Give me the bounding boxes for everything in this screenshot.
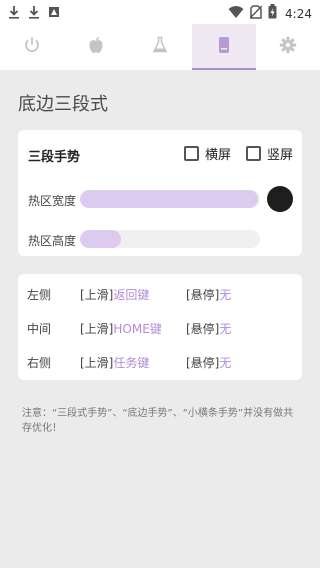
gesture-mapping-card: 左侧 [上滑]返回键 [悬停]无 中间 [上滑]HOME键 [悬停]无 右侧 [… [18,274,302,380]
download-icon [8,4,20,23]
hotzone-height-label: 热区高度 [28,234,77,248]
checkbox-box [184,146,199,161]
phone-icon [217,36,231,58]
image-icon [48,4,60,23]
gesture-row-right[interactable]: 右侧 [上滑]任务键 [悬停]无 [18,354,302,374]
hover-prefix: [悬停] [186,322,220,336]
gesture-title: 三段手势 [28,150,81,165]
gesture-row-left[interactable]: 左侧 [上滑]返回键 [悬停]无 [18,286,302,306]
hover-action[interactable]: [悬停]无 [186,286,231,303]
swipe-prefix: [上滑] [80,356,114,370]
flask-icon [152,36,168,58]
checkbox-box [246,146,261,161]
download-icon [28,4,40,23]
hotzone-width-label: 热区宽度 [28,194,77,208]
row-name: 右侧 [27,356,52,370]
hover-prefix: [悬停] [186,288,220,302]
battery-charging-icon [268,4,277,23]
hotzone-height-fill [80,230,122,248]
swipe-action[interactable]: [上滑]任务键 [80,354,149,371]
apple-icon [88,36,104,58]
row-name: 中间 [27,322,52,336]
hover-action[interactable]: [悬停]无 [186,354,231,371]
hotzone-height-slider[interactable] [80,230,260,248]
hover-value: 无 [219,356,232,370]
compat-note: 注意：“三段式手势”、“底边手势”、“小横条手势”并没有做共存优化！ [22,408,294,434]
swipe-prefix: [上滑] [80,322,114,336]
power-icon [23,36,41,58]
swipe-action[interactable]: [上滑]返回键 [80,286,149,303]
clock: 4:24 [285,6,312,21]
tab-settings[interactable] [256,24,320,70]
hover-prefix: [悬停] [186,356,220,370]
no-sim-icon [249,4,263,23]
hover-value: 无 [219,288,232,302]
status-bar: 4:24 [0,0,320,24]
tab-power[interactable] [0,24,64,70]
hover-action[interactable]: [悬停]无 [186,320,231,337]
gesture-settings-card: 三段手势 横屏 竖屏 热区宽度 热区高度 [18,130,302,256]
swipe-value: 任务键 [113,356,150,370]
hotzone-width-fill [80,190,259,208]
tab-apple[interactable] [64,24,128,70]
wifi-icon [228,4,244,23]
portrait-checkbox[interactable]: 竖屏 [246,144,293,163]
tab-lab[interactable] [128,24,192,70]
swipe-value: HOME键 [113,322,162,336]
portrait-label: 竖屏 [267,148,294,163]
tab-phone[interactable] [192,24,256,70]
tab-bar [0,24,320,70]
landscape-checkbox[interactable]: 横屏 [184,144,231,163]
row-name: 左侧 [27,288,52,302]
swipe-prefix: [上滑] [80,288,114,302]
color-picker-dot[interactable] [267,186,293,212]
swipe-value: 返回键 [113,288,150,302]
gear-icon [279,36,297,58]
swipe-action[interactable]: [上滑]HOME键 [80,320,162,337]
hover-value: 无 [219,322,232,336]
landscape-label: 横屏 [205,148,232,163]
hotzone-width-slider[interactable] [80,190,260,208]
gesture-row-middle[interactable]: 中间 [上滑]HOME键 [悬停]无 [18,320,302,340]
page-title: 底边三段式 [18,94,108,115]
